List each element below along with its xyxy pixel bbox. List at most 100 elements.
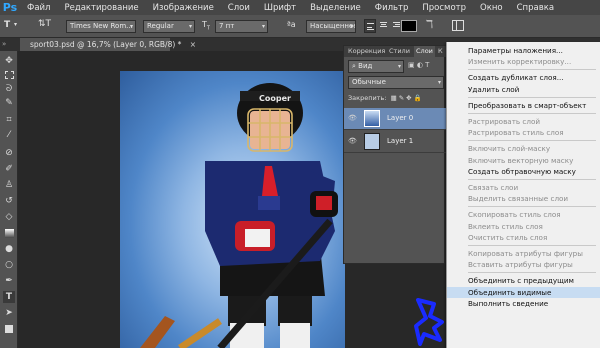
brush-tool-icon[interactable]: ✐ <box>3 163 15 175</box>
context-menu-item: Вклеить стиль слоя <box>468 221 543 231</box>
menu-item[interactable]: Окно <box>473 3 510 13</box>
collapse-icon[interactable]: » <box>2 40 6 48</box>
layer-thumbnail <box>364 133 380 150</box>
align-left-icon[interactable] <box>364 19 376 33</box>
context-menu-item[interactable]: Объединить видимые <box>447 286 600 298</box>
layer-name: Layer 0 <box>387 114 414 122</box>
menu-separator <box>468 206 596 208</box>
context-menu-item: Вставить атрибуты фигуры <box>468 260 573 270</box>
menu-item[interactable]: Просмотр <box>415 3 473 13</box>
type-tool-icon[interactable]: T <box>3 291 15 303</box>
context-menu-item[interactable]: Создать обтравочную маску <box>447 166 600 177</box>
warp-text-icon[interactable]: ℸ <box>426 18 433 31</box>
crop-tool-icon[interactable]: ⌗ <box>3 114 15 126</box>
menu-separator <box>468 272 596 274</box>
menu-item[interactable]: Выделение <box>303 3 368 13</box>
context-menu-item: Выделить связанные слои <box>468 194 569 204</box>
helmet-brand-text: Cooper <box>259 94 291 103</box>
context-menu-item[interactable]: Преобразовать в смарт-объект <box>447 100 600 111</box>
context-menu-item: Включить векторную маску <box>468 155 574 165</box>
tab-channels[interactable]: К <box>436 46 445 57</box>
panel-tabs: Коррекция Стили Слои К <box>344 46 446 57</box>
context-menu-item: Скопировать стиль слоя <box>468 210 561 220</box>
layer-filter-select[interactable]: ⌕ Вид ▾ <box>348 60 404 73</box>
close-icon[interactable]: × <box>190 40 196 49</box>
healing-brush-tool-icon[interactable]: ⊘ <box>3 147 15 159</box>
menu-bar: Ps Файл Редактирование Изображение Слои Шриф… <box>0 0 600 15</box>
layer-row-layer0[interactable]: 👁 Layer 0 <box>344 108 446 130</box>
rectangle-tool-icon[interactable] <box>3 323 15 335</box>
context-menu-item: Очистить стиль слоя <box>468 232 548 242</box>
layer-context-menu: Параметры наложения... Изменить корректир… <box>446 42 600 348</box>
menu-item[interactable]: Файл <box>20 3 57 13</box>
menu-item[interactable]: Шрифт <box>257 3 303 13</box>
menu-separator <box>468 113 596 114</box>
context-menu-item[interactable]: Удалить слой <box>447 84 600 95</box>
text-orientation-icon[interactable]: ⇅T <box>38 19 51 29</box>
visibility-eye-icon[interactable]: 👁 <box>348 137 358 146</box>
context-menu-item: Изменить корректировку... <box>468 57 572 67</box>
marquee-tool-icon[interactable] <box>3 69 15 81</box>
tab-styles[interactable]: Стили <box>387 46 412 57</box>
history-brush-tool-icon[interactable]: ↺ <box>3 195 15 207</box>
tab-layers[interactable]: Слои <box>414 46 435 57</box>
font-style-select[interactable]: Regular ▾ <box>143 20 195 33</box>
gradient-tool-icon[interactable] <box>3 227 15 239</box>
menu-separator <box>468 140 596 142</box>
menu-item[interactable]: Изображение <box>146 3 221 13</box>
menu-separator <box>468 245 596 246</box>
clone-stamp-tool-icon[interactable]: ♙ <box>3 179 15 191</box>
text-color-swatch[interactable] <box>401 20 417 32</box>
filter-type-icons[interactable]: ▣ ◐ T <box>408 61 444 72</box>
lock-label: Закрепить: ▦✎✥🔒 <box>348 94 424 102</box>
anti-alias-icon: ªa <box>287 20 296 29</box>
context-menu-item[interactable]: Выполнить сведение <box>447 298 600 309</box>
document-image[interactable]: Cooper <box>120 71 345 348</box>
blur-tool-icon[interactable]: ● <box>3 243 15 255</box>
context-menu-item: Растрировать стиль слоя <box>468 128 564 138</box>
hand-drawn-annotation <box>414 298 444 346</box>
layers-panel: Коррекция Стили Слои К ⌕ Вид ▾ ▣ ◐ T Обыч… <box>343 45 446 264</box>
font-family-select[interactable]: Times New Rom... ▾ <box>66 20 136 33</box>
context-menu-item[interactable]: Объединить с предыдущим <box>447 275 600 286</box>
lock-icons: ▦✎✥🔒 <box>390 94 424 102</box>
tab-adjustments[interactable]: Коррекция <box>346 46 387 57</box>
document-tab[interactable]: sport03.psd @ 16,7% (Layer 0, RGB/8) * × <box>20 38 196 51</box>
blend-mode-select[interactable]: Обычные ▾ <box>348 76 444 89</box>
layer-thumbnail <box>364 110 380 127</box>
eyedropper-tool-icon[interactable]: ⁄ <box>3 129 15 141</box>
dodge-tool-icon[interactable]: ○ <box>3 259 15 271</box>
context-menu-item: Растрировать слой <box>468 117 541 126</box>
move-tool-icon[interactable]: ✥ <box>3 55 15 67</box>
type-tool-preset-icon[interactable]: T <box>4 20 10 30</box>
photoshop-logo: Ps <box>2 1 18 14</box>
menu-separator <box>468 96 596 98</box>
hockey-player-illustration: Cooper <box>140 83 338 348</box>
menu-item[interactable]: Слои <box>221 3 257 13</box>
quick-selection-tool-icon[interactable]: ✎ <box>3 97 15 109</box>
font-size-icon: TT <box>202 20 210 32</box>
context-menu-item: Связать слои <box>468 183 519 192</box>
path-selection-tool-icon[interactable]: ➤ <box>3 307 15 319</box>
menu-separator <box>468 179 596 180</box>
layer-name: Layer 1 <box>387 137 414 145</box>
menu-item[interactable]: Справка <box>510 3 561 13</box>
menu-separator <box>468 69 596 71</box>
anti-alias-select[interactable]: Насыщенное ▾ <box>306 20 356 33</box>
visibility-eye-icon[interactable]: 👁 <box>348 114 358 123</box>
lasso-tool-icon[interactable]: ᘐ <box>3 83 15 95</box>
align-center-icon[interactable] <box>377 19 389 33</box>
context-menu-item[interactable]: Параметры наложения... <box>447 45 600 56</box>
layer-row-layer1[interactable]: 👁 Layer 1 <box>344 131 446 153</box>
options-bar: T ▾ ⇅T Times New Rom... ▾ Regular ▾ TT 7 п… <box>0 15 600 38</box>
pen-tool-icon[interactable]: ✒ <box>3 275 15 287</box>
document-title: sport03.psd @ 16,7% (Layer 0, RGB/8) * <box>30 40 182 49</box>
context-menu-item[interactable]: Создать дубликат слоя... <box>447 72 600 83</box>
character-panel-icon[interactable] <box>452 20 464 31</box>
context-menu-item: Включить слой-маску <box>468 144 551 154</box>
eraser-tool-icon[interactable]: ◇ <box>3 211 15 223</box>
menu-item[interactable]: Редактирование <box>57 3 145 13</box>
menu-item[interactable]: Фильтр <box>368 3 416 13</box>
font-size-select[interactable]: 7 пт ▾ <box>215 20 268 33</box>
chevron-down-icon[interactable]: ▾ <box>14 21 17 28</box>
